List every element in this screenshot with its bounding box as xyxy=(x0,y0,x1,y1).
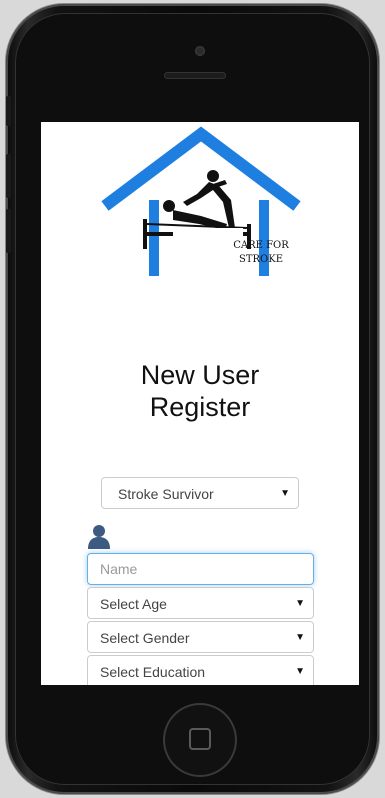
gender-select[interactable]: Select Gender ▼ xyxy=(87,621,314,653)
user-icon xyxy=(88,525,110,549)
earpiece-speaker xyxy=(164,72,226,79)
caret-down-icon: ▼ xyxy=(295,632,305,643)
education-select[interactable]: Select Education ▼ xyxy=(87,655,314,685)
page-title-line2: Register xyxy=(149,392,251,422)
name-input[interactable] xyxy=(87,553,314,585)
logo-text-line2: STROKE xyxy=(238,254,284,265)
caret-down-icon: ▼ xyxy=(295,598,305,609)
caret-down-icon: ▼ xyxy=(280,488,290,499)
app-screen: CARE FOR STROKE New User Register Stroke… xyxy=(41,122,359,685)
age-select[interactable]: Select Age ▼ xyxy=(87,587,314,619)
education-value: Select Education xyxy=(100,664,206,680)
care-for-stroke-logo: CARE FOR STROKE xyxy=(101,124,301,284)
front-camera xyxy=(195,46,205,56)
mute-switch xyxy=(6,96,11,126)
volume-up-button xyxy=(6,154,11,198)
user-type-value: Stroke Survivor xyxy=(118,486,214,502)
page-title-line1: New User xyxy=(140,360,260,390)
gender-value: Select Gender xyxy=(100,630,190,646)
volume-down-button xyxy=(6,209,11,253)
caret-down-icon: ▼ xyxy=(295,666,305,677)
home-square-icon xyxy=(189,728,211,750)
user-type-select[interactable]: Stroke Survivor ▼ xyxy=(101,477,299,509)
logo-text-line1: CARE FOR xyxy=(233,240,289,251)
age-value: Select Age xyxy=(100,596,167,612)
